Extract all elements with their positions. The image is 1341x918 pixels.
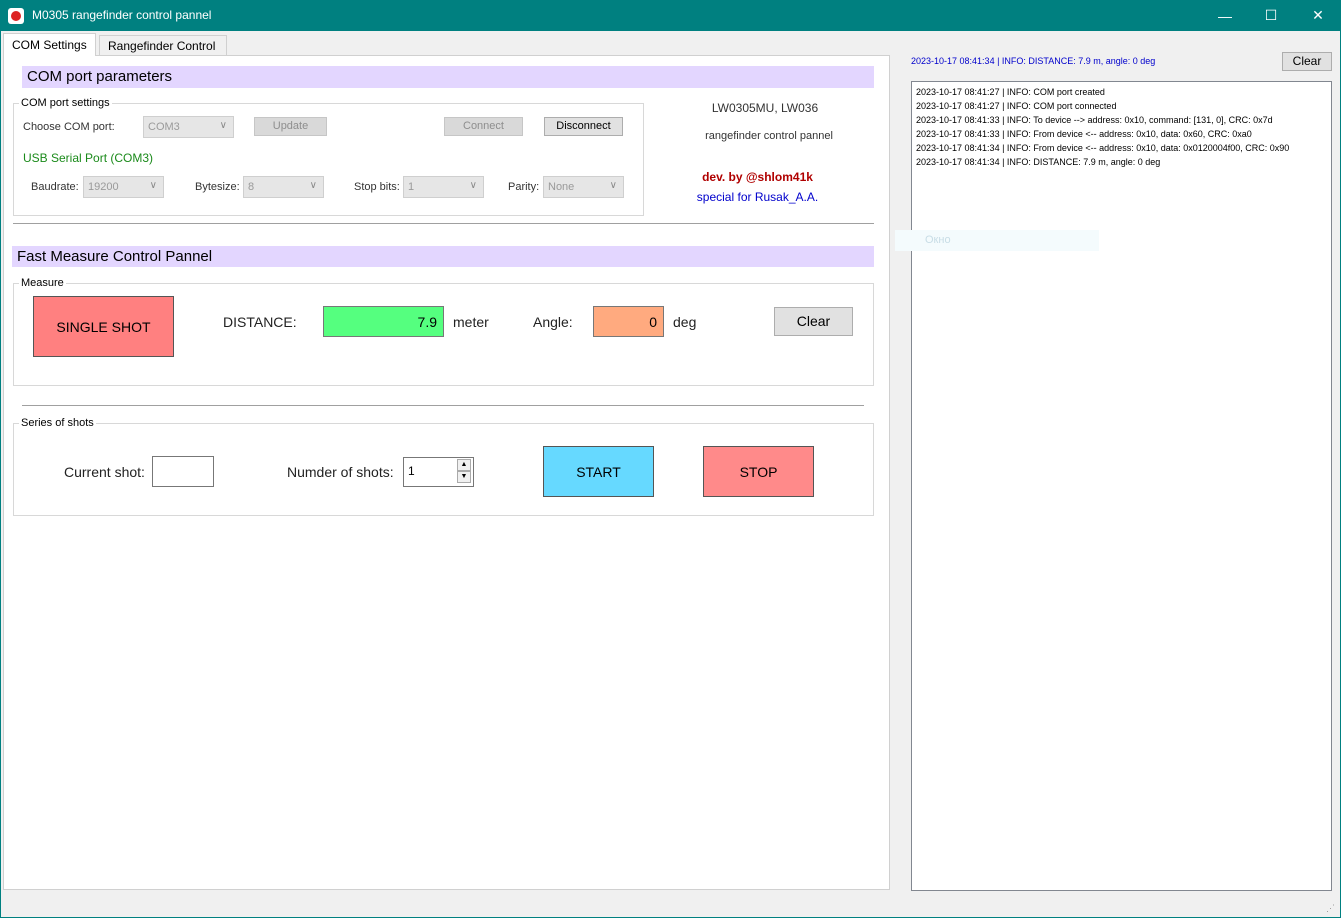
- app-icon: [8, 8, 24, 24]
- single-shot-button[interactable]: SINGLE SHOT: [33, 296, 174, 357]
- developer-label: dev. by @shlom41k: [702, 170, 813, 184]
- bytesize-value: 8: [248, 181, 255, 193]
- com-port-value: COM3: [148, 121, 180, 133]
- minimize-button[interactable]: —: [1202, 0, 1248, 31]
- stopbits-value: 1: [408, 181, 415, 193]
- stopbits-select[interactable]: 1 ∨: [403, 176, 484, 198]
- bytesize-label: Bytesize:: [195, 181, 240, 193]
- start-button[interactable]: START: [543, 446, 654, 497]
- log-line: 2023-10-17 08:41:27 | INFO: COM port cre…: [916, 87, 1105, 97]
- number-of-shots-label: Numder of shots:: [287, 464, 394, 480]
- log-line: 2023-10-17 08:41:27 | INFO: COM port con…: [916, 101, 1117, 111]
- distance-unit-label: meter: [453, 314, 489, 330]
- stopbits-label: Stop bits:: [354, 181, 400, 193]
- log-line: 2023-10-17 08:41:33 | INFO: From device …: [916, 129, 1252, 139]
- ghost-tooltip: Окно: [895, 230, 1099, 251]
- current-shot-label: Current shot:: [64, 464, 145, 480]
- log-line: 2023-10-17 08:41:34 | INFO: DISTANCE: 7.…: [916, 157, 1161, 167]
- connect-button[interactable]: Connect: [444, 117, 523, 136]
- tab-rangefinder-control[interactable]: Rangefinder Control: [99, 35, 227, 55]
- angle-label: Angle:: [533, 314, 573, 330]
- window-border-left: [0, 31, 1, 918]
- chevron-down-icon: ∨: [219, 120, 227, 131]
- window-title: M0305 rangefinder control pannel: [32, 8, 212, 22]
- choose-com-port-label: Choose COM port:: [23, 121, 115, 133]
- baudrate-label: Baudrate:: [31, 181, 79, 193]
- log-line: 2023-10-17 08:41:34 | INFO: From device …: [916, 143, 1290, 153]
- baudrate-value: 19200: [88, 181, 119, 193]
- log-line: 2023-10-17 08:41:33 | INFO: To device --…: [916, 115, 1273, 125]
- clear-log-button[interactable]: Clear: [1282, 52, 1332, 71]
- chevron-down-icon: ∨: [309, 180, 317, 191]
- clear-measure-button[interactable]: Clear: [774, 307, 853, 336]
- series-group-label: Series of shots: [19, 417, 96, 429]
- chevron-down-icon: ∨: [469, 180, 477, 191]
- number-of-shots-value: 1: [408, 464, 415, 478]
- tab-com-settings[interactable]: COM Settings: [3, 33, 96, 56]
- parity-select[interactable]: None ∨: [543, 176, 624, 198]
- parity-label: Parity:: [508, 181, 540, 193]
- spin-down-icon[interactable]: ▼: [457, 471, 471, 483]
- divider: [22, 405, 864, 406]
- close-button[interactable]: ✕: [1295, 0, 1341, 31]
- pannel-label: rangefinder control pannel: [705, 130, 833, 142]
- distance-label: DISTANCE:: [223, 314, 297, 330]
- disconnect-button[interactable]: Disconnect: [544, 117, 623, 136]
- device-name-label: USB Serial Port (COM3): [23, 151, 154, 165]
- current-shot-output: [152, 456, 214, 487]
- stop-button[interactable]: STOP: [703, 446, 814, 497]
- log-list[interactable]: 2023-10-17 08:41:27 | INFO: COM port cre…: [911, 81, 1332, 891]
- bytesize-select[interactable]: 8 ∨: [243, 176, 324, 198]
- parity-value: None: [548, 181, 575, 193]
- measure-group-label: Measure: [19, 277, 66, 289]
- com-port-select[interactable]: COM3 ∨: [143, 116, 234, 138]
- last-log-message: 2023-10-17 08:41:34 | INFO: DISTANCE: 7.…: [911, 56, 1156, 66]
- chevron-down-icon: ∨: [609, 180, 617, 191]
- spin-up-icon[interactable]: ▲: [457, 459, 471, 471]
- resize-grip-icon[interactable]: ⋰: [1326, 903, 1338, 915]
- divider: [13, 223, 874, 224]
- maximize-button[interactable]: ☐: [1248, 0, 1294, 31]
- com-port-settings-label: COM port settings: [19, 97, 112, 109]
- angle-output: 0: [593, 306, 664, 337]
- special-for-label: special for Rusak_A.A.: [696, 190, 819, 204]
- model-label: LW0305MU, LW036: [711, 101, 819, 115]
- chevron-down-icon: ∨: [149, 180, 157, 191]
- baudrate-select[interactable]: 19200 ∨: [83, 176, 164, 198]
- update-button[interactable]: Update: [254, 117, 327, 136]
- com-section-header: COM port parameters: [22, 66, 874, 88]
- angle-unit-label: deg: [673, 314, 697, 330]
- fast-measure-header: Fast Measure Control Pannel: [12, 246, 874, 267]
- distance-output: 7.9: [323, 306, 444, 337]
